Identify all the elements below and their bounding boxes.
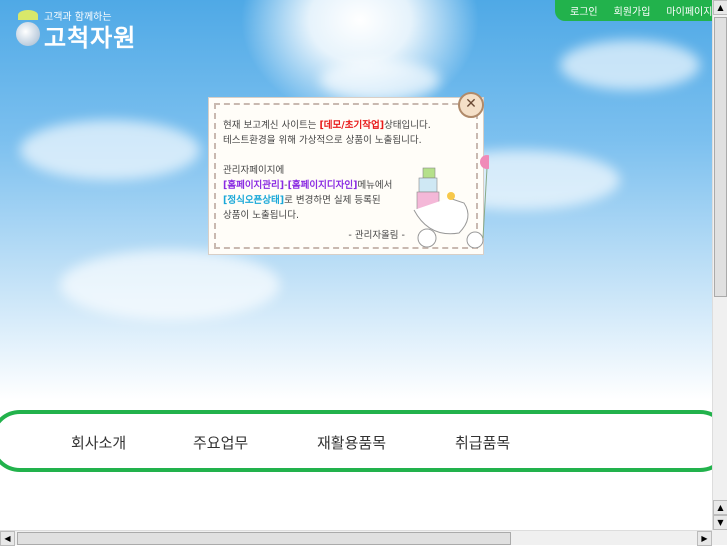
- menu-path-highlight: [홈페이지디자인]: [287, 180, 358, 191]
- demo-notice-popup: 현재 보고계신 사이트는 [데모/초기작업]상태입니다. 테스트환경을 위해 가…: [208, 92, 489, 255]
- scroll-up-icon[interactable]: ▲: [713, 0, 727, 15]
- menu-recyclables[interactable]: 재활용품목: [317, 432, 386, 453]
- scooter-illustration-icon: [413, 155, 489, 248]
- menu-handled-items[interactable]: 취급품목: [455, 432, 510, 453]
- popup-text: 관리자페이지에: [223, 165, 285, 176]
- mypage-link[interactable]: 마이페이지: [666, 3, 712, 18]
- popup-message: 현재 보고계신 사이트는 [데모/초기작업]상태입니다. 테스트환경을 위해 가…: [223, 118, 431, 223]
- popup-text: 상품이 노출됩니다.: [223, 210, 299, 221]
- vertical-scrollbar[interactable]: ▲ ▲ ▼: [712, 0, 727, 530]
- horizontal-scrollbar[interactable]: ◀ ▶: [0, 530, 712, 546]
- popup-text: 로 변경하면 실제 등록된: [284, 195, 381, 206]
- popup-text: 테스트환경을 위해 가상적으로 상품이 노출됩니다.: [223, 135, 422, 146]
- scroll-up-icon[interactable]: ▲: [713, 500, 727, 515]
- globe-icon: [16, 22, 40, 46]
- scroll-left-icon[interactable]: ◀: [0, 531, 15, 546]
- cloud: [60, 250, 280, 320]
- logo-name: 고척자원: [44, 24, 137, 52]
- horizontal-scroll-thumb[interactable]: [17, 532, 511, 545]
- menu-main-business[interactable]: 주요업무: [193, 432, 248, 453]
- page-viewport: 고객과 함께하는 고척자원 로그인 회원가입 마이페이지 현재 보고계신 사이트…: [0, 0, 712, 530]
- login-link[interactable]: 로그인: [570, 3, 598, 18]
- top-navigation: 로그인 회원가입 마이페이지: [555, 0, 712, 21]
- menu-path-highlight: [홈페이지관리]: [223, 180, 285, 191]
- popup-signature: - 관리자올림 -: [348, 230, 405, 241]
- open-status-highlight: [정식오픈상태]: [223, 195, 285, 206]
- popup-text: 메뉴에서: [357, 180, 393, 191]
- cloud: [320, 60, 440, 100]
- menu-company-intro[interactable]: 회사소개: [71, 432, 126, 453]
- demo-status-highlight: [데모/초기작업]: [319, 120, 385, 131]
- popup-text: 현재 보고계신 사이트는: [223, 120, 320, 131]
- leaf-icon: [18, 10, 38, 20]
- vertical-scroll-thumb[interactable]: [714, 17, 727, 297]
- scroll-down-icon[interactable]: ▼: [713, 515, 727, 530]
- scroll-right-icon[interactable]: ▶: [697, 531, 712, 546]
- popup-text: 상태입니다.: [384, 120, 431, 131]
- signup-link[interactable]: 회원가입: [614, 3, 651, 18]
- cloud: [20, 120, 200, 180]
- cloud: [560, 40, 700, 90]
- scrollbar-corner: [712, 530, 727, 545]
- close-popup-button[interactable]: ✕: [458, 92, 484, 118]
